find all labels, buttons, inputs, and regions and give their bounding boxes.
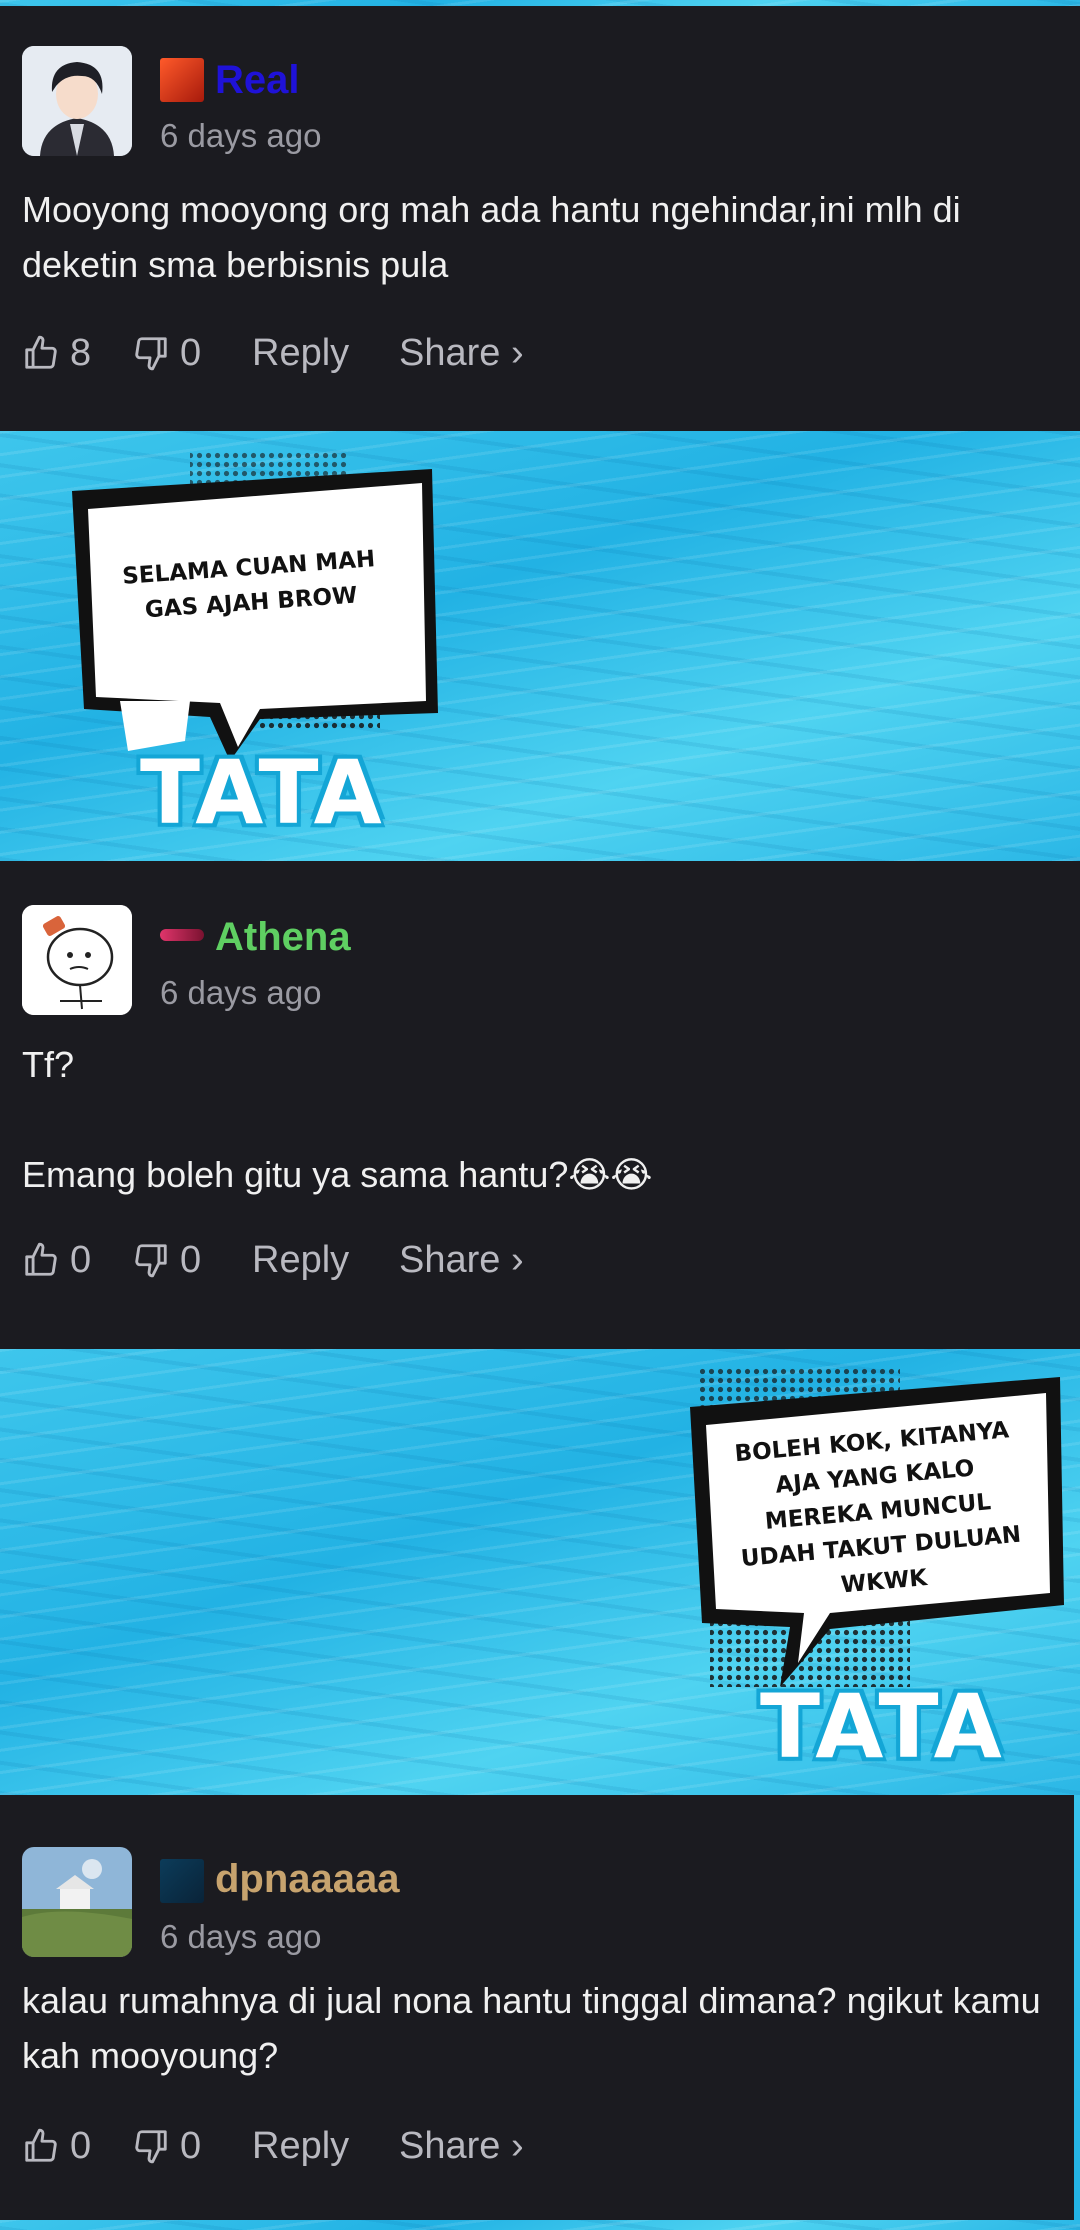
comment-text: kalau rumahnya di jual nona hantu tingga… [22,1980,1041,2076]
speaker-label: TATA [140,741,384,844]
avatar-image [22,1847,132,1957]
username[interactable]: Athena [215,913,351,961]
avatar-image [22,905,132,1015]
speech-bubble-text: BOLEH KOK, KITANYA AJA YANG KALO MEREKA … [733,1417,1023,1599]
dislike-button[interactable]: 0 [132,1239,252,1282]
avatar[interactable] [22,1847,132,1957]
thumbs-up-icon [25,1242,57,1276]
dislike-count: 0 [180,2124,202,2167]
comic-panel-strip-bottom [0,2220,1080,2230]
thumbs-up-icon [25,2128,57,2162]
thumbs-down-icon [135,2130,167,2164]
speaker-label: TATA [760,1675,1004,1778]
timestamp: 6 days ago [160,974,322,1011]
comment-actions: 8 0 Reply Share › [22,328,579,378]
comment-actions: 0 0 Reply Share › [22,1235,579,1285]
thumbs-up-icon [25,335,57,369]
dislike-count: 0 [180,331,202,374]
like-button[interactable]: 0 [22,2125,132,2168]
like-button[interactable]: 8 [22,332,132,375]
user-badge-icon [160,1859,204,1903]
share-button[interactable]: Share › [399,332,579,375]
timestamp: 6 days ago [160,1918,322,1955]
thumbs-down-icon [135,1244,167,1278]
comment-card: Athena 6 days ago Tf? Emang boleh gitu y… [0,861,1074,1349]
comic-panel: BOLEH KOK, KITANYA AJA YANG KALO MEREKA … [0,1349,1080,1795]
like-button[interactable]: 0 [22,1239,132,1282]
comic-panel: SELAMA CUAN MAH GAS AJAH BROW TATA [0,431,1080,861]
username[interactable]: Real [215,56,300,104]
comic-panel-edge [1074,1795,1080,2225]
avatar-image [22,46,132,156]
avatar[interactable] [22,905,132,1015]
like-count: 0 [70,2124,92,2167]
share-button[interactable]: Share › [399,1239,579,1282]
dislike-count: 0 [180,1238,202,1281]
avatar[interactable] [22,46,132,156]
dislike-button[interactable]: 0 [132,2125,252,2168]
reply-button[interactable]: Reply [252,2125,399,2168]
like-count: 0 [70,1238,92,1281]
comment-actions: 0 0 Reply Share › [22,2121,579,2171]
comment-card: dpnaaaaa 6 days ago kalau rumahnya di ju… [0,1795,1074,2220]
username[interactable]: dpnaaaaa [215,1855,400,1903]
thumbs-down-icon [135,337,167,371]
user-badge-icon [160,58,204,102]
reply-button[interactable]: Reply [252,332,399,375]
comment-text: Tf? Emang boleh gitu ya sama hantu?😭😭 [22,1044,653,1195]
dislike-button[interactable]: 0 [132,332,252,375]
comment-text: Mooyong mooyong org mah ada hantu ngehin… [22,189,961,285]
timestamp: 6 days ago [160,117,322,154]
like-count: 8 [70,331,92,374]
comment-card: Real 6 days ago Mooyong mooyong org mah … [0,6,1074,431]
share-button[interactable]: Share › [399,2125,579,2168]
user-badge-icon [160,929,204,941]
reply-button[interactable]: Reply [252,1239,399,1282]
